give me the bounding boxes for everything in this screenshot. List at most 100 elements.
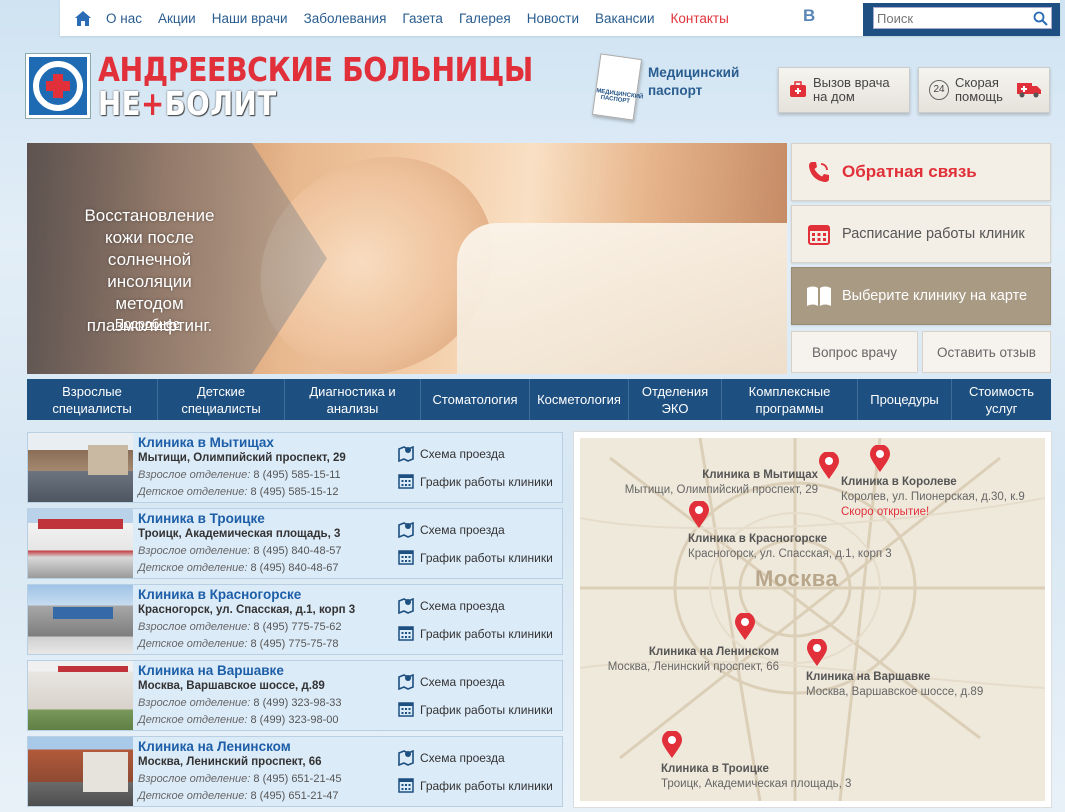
hours-link[interactable]: График работы клиники bbox=[398, 772, 553, 800]
nav-item-promotions[interactable]: Акции bbox=[150, 11, 204, 26]
child-phone: Детское отделение: 8 (495) 840-48-67 bbox=[138, 562, 339, 574]
map-pin-icon[interactable] bbox=[688, 501, 710, 529]
clinic-photo[interactable] bbox=[28, 737, 133, 806]
clinic-photo[interactable] bbox=[28, 433, 133, 502]
calendar-icon bbox=[806, 221, 832, 247]
feedback-button[interactable]: Обратная связь bbox=[791, 143, 1051, 201]
route-map-icon bbox=[398, 596, 414, 617]
clinic-name[interactable]: Клиника в Мытищах bbox=[138, 435, 391, 451]
clinic-name[interactable]: Клиника в Троицке bbox=[138, 511, 391, 527]
clinic-name[interactable]: Клиника в Красногорске bbox=[138, 587, 391, 603]
search-icon[interactable] bbox=[1033, 11, 1048, 29]
clinic-photo[interactable] bbox=[28, 661, 133, 730]
calendar-icon bbox=[398, 473, 414, 492]
calendar-icon bbox=[398, 625, 414, 644]
search-input[interactable] bbox=[873, 7, 1052, 29]
clinic-card: Клиника в Мытищах Мытищи, Олимпийский пр… bbox=[27, 432, 563, 503]
route-map-icon bbox=[398, 672, 414, 693]
menu-prices[interactable]: Стоимость услуг bbox=[952, 379, 1051, 420]
menu-dentistry[interactable]: Стоматология bbox=[421, 379, 530, 420]
clinic-address: Красногорск, ул. Спасская, д.1, корп 3 bbox=[138, 604, 356, 616]
choose-on-map-button[interactable]: Выберите клинику на карте bbox=[791, 267, 1051, 325]
main-menu: Взрослые специалисты Детские специалисты… bbox=[27, 379, 1051, 420]
route-link[interactable]: Схема проезда bbox=[398, 744, 553, 772]
clinic-map: Москва Клиника в Мытищах Мытищи, Олимпийс… bbox=[573, 431, 1052, 808]
nav-item-diseases[interactable]: Заболевания bbox=[296, 11, 395, 26]
leave-review-button[interactable]: Оставить отзыв bbox=[922, 331, 1051, 373]
map-label-leninsky[interactable]: Клиника на Ленинском Москва, Ленинский пр… bbox=[589, 645, 779, 675]
child-phone: Детское отделение: 8 (495) 775-75-78 bbox=[138, 638, 339, 650]
child-phone: Детское отделение: 8 (499) 323-98-00 bbox=[138, 714, 339, 726]
map-pin-icon[interactable] bbox=[869, 445, 891, 473]
menu-cosmetology[interactable]: Косметология bbox=[530, 379, 629, 420]
logo-subtitle: НЕ+БОЛИТ bbox=[98, 84, 277, 123]
feedback-label: Обратная связь bbox=[842, 162, 977, 181]
medical-passport-link[interactable]: МЕДИЦИНСКИЙ ПАСПОРТ Медицинский паспорт bbox=[590, 53, 760, 124]
logo-emblem-icon bbox=[26, 54, 90, 118]
choose-on-map-label: Выберите клинику на карте bbox=[842, 288, 1028, 304]
map-label-troitsk[interactable]: Клиника в Троицке Троицк, Академическая п… bbox=[661, 762, 851, 792]
adult-phone: Взрослое отделение: 8 (495) 775-75-62 bbox=[138, 621, 342, 633]
map-pin-icon[interactable] bbox=[661, 731, 683, 759]
nav-item-vacancies[interactable]: Вакансии bbox=[587, 11, 663, 26]
menu-eco[interactable]: Отделения ЭКО bbox=[629, 379, 722, 420]
schedule-label: Расписание работы клиник bbox=[842, 226, 1025, 242]
adult-phone: Взрослое отделение: 8 (495) 651-21-45 bbox=[138, 773, 342, 785]
route-link[interactable]: Схема проезда bbox=[398, 516, 553, 544]
book-icon bbox=[806, 283, 832, 309]
map-label-mytishchi[interactable]: Клиника в Мытищах Мытищи, Олимпийский про… bbox=[602, 468, 818, 498]
map-label-krasnogorsk[interactable]: Клиника в Красногорске Красногорск, ул. С… bbox=[688, 532, 892, 562]
clinic-photo[interactable] bbox=[28, 585, 133, 654]
map-canvas[interactable]: Москва Клиника в Мытищах Мытищи, Олимпийс… bbox=[580, 438, 1045, 801]
route-link[interactable]: Схема проезда bbox=[398, 440, 553, 468]
home-icon[interactable] bbox=[68, 0, 98, 36]
map-pin-icon[interactable] bbox=[818, 452, 840, 480]
adult-phone: Взрослое отделение: 8 (499) 323-98-33 bbox=[138, 697, 342, 709]
hours-link[interactable]: График работы клиники bbox=[398, 544, 553, 572]
vk-icon[interactable]: B bbox=[803, 6, 815, 26]
menu-child-specialists[interactable]: Детские специалисты bbox=[158, 379, 285, 420]
hours-link[interactable]: График работы клиники bbox=[398, 620, 553, 648]
medical-passport-label: Медицинский паспорт bbox=[648, 65, 740, 98]
ambulance-button[interactable]: 24 Скорая помощь bbox=[918, 67, 1050, 113]
hours-link[interactable]: График работы клиники bbox=[398, 696, 553, 724]
clinic-address: Москва, Ленинский проспект, 66 bbox=[138, 756, 322, 768]
site-logo[interactable]: АНДРЕЕВСКИЕ БОЛЬНИЦЫ НЕ+БОЛИТ bbox=[26, 50, 546, 123]
banner-more-link[interactable]: Подробнее bbox=[115, 317, 180, 331]
clinic-address: Москва, Варшавское шоссе, д.89 bbox=[138, 680, 325, 692]
nav-item-news[interactable]: Новости bbox=[519, 11, 587, 26]
route-link[interactable]: Схема проезда bbox=[398, 592, 553, 620]
map-label-varshavka[interactable]: Клиника на Варшавке Москва, Варшавское шо… bbox=[806, 670, 983, 700]
map-pin-icon[interactable] bbox=[734, 613, 756, 641]
nav-item-gallery[interactable]: Галерея bbox=[451, 11, 519, 26]
nav-item-about[interactable]: О нас bbox=[98, 11, 150, 26]
clinic-address: Мытищи, Олимпийский проспект, 29 bbox=[138, 452, 346, 464]
home-doctor-button[interactable]: Вызов врача на дом bbox=[778, 67, 910, 113]
clinic-card: Клиника на Ленинском Москва, Ленинский п… bbox=[27, 736, 563, 807]
nav-item-doctors[interactable]: Наши врачи bbox=[204, 11, 296, 26]
clinic-card: Клиника на Варшавке Москва, Варшавское ш… bbox=[27, 660, 563, 731]
medkit-icon bbox=[789, 80, 807, 101]
menu-complex-programs[interactable]: Комплексные программы bbox=[722, 379, 858, 420]
map-pin-icon[interactable] bbox=[806, 639, 828, 667]
route-map-icon bbox=[398, 748, 414, 769]
hours-link[interactable]: График работы клиники bbox=[398, 468, 553, 496]
menu-diagnostics[interactable]: Диагностика и анализы bbox=[285, 379, 421, 420]
menu-procedures[interactable]: Процедуры bbox=[858, 379, 952, 420]
clinic-photo[interactable] bbox=[28, 509, 133, 578]
nav-item-contacts[interactable]: Контакты bbox=[663, 11, 737, 26]
clinic-list: Клиника в Мытищах Мытищи, Олимпийский пр… bbox=[27, 432, 563, 812]
ask-doctor-button[interactable]: Вопрос врачу bbox=[791, 331, 918, 373]
calendar-icon bbox=[398, 701, 414, 720]
promo-banner[interactable]: Восстановление кожи после солнечной инсо… bbox=[27, 143, 787, 374]
route-link[interactable]: Схема проезда bbox=[398, 668, 553, 696]
schedule-button[interactable]: Расписание работы клиник bbox=[791, 205, 1051, 263]
ambulance-label: Скорая помощь bbox=[955, 75, 1003, 104]
child-phone: Детское отделение: 8 (495) 585-15-12 bbox=[138, 486, 339, 498]
clinic-name[interactable]: Клиника на Варшавке bbox=[138, 663, 391, 679]
phone-icon bbox=[806, 159, 832, 185]
menu-adult-specialists[interactable]: Взрослые специалисты bbox=[27, 379, 158, 420]
clinic-name[interactable]: Клиника на Ленинском bbox=[138, 739, 391, 755]
map-label-korolev[interactable]: Клиника в Королеве Королев, ул. Пионерска… bbox=[841, 475, 1025, 520]
nav-item-newspaper[interactable]: Газета bbox=[394, 11, 451, 26]
